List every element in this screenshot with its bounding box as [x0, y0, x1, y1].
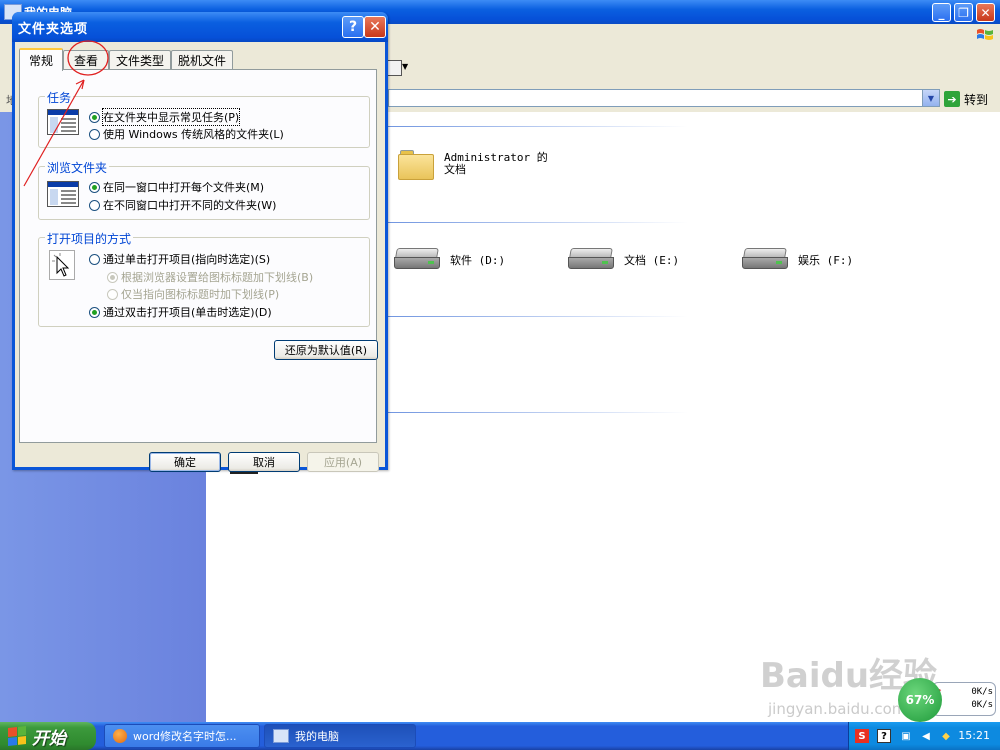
- minimize-button[interactable]: _: [932, 3, 951, 22]
- maximize-button[interactable]: ❐: [954, 3, 973, 22]
- windows-flag-icon: [977, 29, 993, 40]
- tab-general[interactable]: 常规: [19, 48, 63, 71]
- security-icon[interactable]: ◆: [939, 729, 953, 743]
- radio-icon: [89, 199, 100, 211]
- single-click-radio[interactable]: 通过单击打开项目(指向时选定)(S): [89, 251, 270, 267]
- radio-icon: [107, 288, 118, 300]
- upload-speed: 0K/s: [971, 687, 993, 697]
- computer-icon: [273, 729, 289, 743]
- open-items-group: 打开项目的方式 通过单击打开项目(指向时选定)(S) 根据浏览器设置给图标标题加…: [38, 230, 370, 327]
- classic-folders-radio[interactable]: 使用 Windows 传统风格的文件夹(L): [89, 126, 284, 142]
- group-divider: [388, 316, 688, 317]
- tasks-group: 任务 在文件夹中显示常见任务(P) 使用 Windows 传统风格的文件夹(L): [38, 89, 370, 148]
- address-dropdown-icon[interactable]: ▼: [922, 90, 939, 106]
- window-illustration-icon: [47, 181, 79, 207]
- radio-label: 在不同窗口中打开不同的文件夹(W): [103, 199, 277, 212]
- pointer-illustration-icon: [49, 250, 75, 280]
- start-button[interactable]: 开始: [0, 722, 96, 750]
- browse-group-title: 浏览文件夹: [45, 159, 110, 176]
- group-divider: [388, 222, 688, 223]
- apply-button[interactable]: 应用(A): [307, 452, 379, 472]
- drive-item-f[interactable]: 娱乐 (F:): [742, 248, 853, 270]
- radio-icon: [89, 181, 100, 193]
- radio-icon: [89, 253, 100, 265]
- clock: 15:21: [958, 729, 990, 742]
- net-usage-circle: 67%: [898, 678, 942, 722]
- drive-item-e[interactable]: 文档 (E:): [568, 248, 679, 270]
- separate-window-radio[interactable]: 在不同窗口中打开不同的文件夹(W): [89, 197, 276, 213]
- system-tray: S ? ▣ ◀ ◆ 15:21: [848, 722, 1000, 750]
- views-icon[interactable]: [386, 60, 402, 76]
- double-click-radio[interactable]: 通过双击打开项目(单击时选定)(D): [89, 304, 272, 320]
- close-button[interactable]: ✕: [976, 3, 995, 22]
- cursor-icon: [52, 253, 70, 277]
- underline-point-radio[interactable]: 仅当指向图标标题时加下划线(P): [107, 286, 279, 302]
- tasks-group-title: 任务: [45, 89, 74, 106]
- hard-drive-icon: [394, 248, 440, 270]
- folder-icon: [398, 150, 434, 180]
- chevron-down-icon[interactable]: ▼: [402, 62, 408, 71]
- radio-label: 根据浏览器设置给图标标题加下划线(B): [121, 271, 314, 284]
- radio-label: 仅当指向图标标题时加下划线(P): [121, 288, 280, 301]
- go-label: 转到: [964, 92, 989, 107]
- radio-label: 通过双击打开项目(单击时选定)(D): [103, 306, 272, 319]
- download-speed: 0K/s: [971, 700, 993, 710]
- browser-icon: [113, 729, 127, 743]
- radio-label: 使用 Windows 传统风格的文件夹(L): [103, 128, 284, 141]
- tab-offline-files[interactable]: 脱机文件: [171, 50, 233, 69]
- dialog-titlebar[interactable]: 文件夹选项 ? ✕: [12, 12, 388, 42]
- item-label: 软件 (D:): [450, 254, 506, 267]
- item-label: Administrator 的文档: [444, 151, 548, 176]
- ok-button[interactable]: 确定: [149, 452, 221, 472]
- help-button[interactable]: ?: [342, 16, 364, 38]
- folder-options-dialog: 文件夹选项 ? ✕ 常规 查看 文件类型 脱机文件 任务 在文件夹中显示常见任务…: [12, 12, 388, 472]
- radio-icon: [89, 111, 100, 123]
- item-label: 娱乐 (F:): [798, 254, 854, 267]
- radio-label: 通过单击打开项目(指向时选定)(S): [103, 253, 271, 266]
- task-pane-illustration-icon: [47, 109, 79, 135]
- hard-drive-icon: [742, 248, 788, 270]
- radio-label: 在同一窗口中打开每个文件夹(M): [103, 181, 265, 194]
- go-arrow-icon: ➔: [944, 91, 960, 107]
- taskbar-item-my-computer[interactable]: 我的电脑: [264, 724, 416, 748]
- network-icon[interactable]: ▣: [899, 729, 913, 743]
- radio-label: 在文件夹中显示常见任务(P): [101, 108, 241, 126]
- start-label: 开始: [32, 728, 66, 749]
- underline-browser-radio[interactable]: 根据浏览器设置给图标标题加下划线(B): [107, 269, 313, 285]
- taskbar-item-label: 我的电脑: [295, 730, 339, 743]
- same-window-radio[interactable]: 在同一窗口中打开每个文件夹(M): [89, 179, 264, 195]
- folder-item-admin-docs[interactable]: Administrator 的文档: [398, 148, 556, 180]
- dialog-close-button[interactable]: ✕: [364, 16, 386, 38]
- dialog-title: 文件夹选项: [18, 22, 89, 37]
- browse-folders-group: 浏览文件夹 在同一窗口中打开每个文件夹(M) 在不同窗口中打开不同的文件夹(W): [38, 159, 370, 220]
- item-label: 文档 (E:): [624, 254, 680, 267]
- dialog-body: 常规 查看 文件类型 脱机文件 任务 在文件夹中显示常见任务(P) 使用 Win…: [15, 42, 385, 472]
- restore-defaults-button[interactable]: 还原为默认值(R): [274, 340, 378, 360]
- general-tab-panel: 任务 在文件夹中显示常见任务(P) 使用 Windows 传统风格的文件夹(L)…: [19, 69, 378, 443]
- taskbar-item-label: word修改名字时怎...: [133, 730, 237, 743]
- radio-icon: [89, 306, 100, 318]
- radio-icon: [107, 271, 118, 283]
- s-icon[interactable]: S: [855, 729, 869, 743]
- windows-logo-icon: [8, 726, 26, 746]
- net-speed-widget[interactable]: ↑0K/s ↓0K/s 67%: [898, 678, 1000, 722]
- taskbar: 开始 word修改名字时怎... 我的电脑 S ? ▣ ◀ ◆ 15:21: [0, 722, 1000, 750]
- open-group-title: 打开项目的方式: [45, 230, 134, 247]
- taskbar-item-word[interactable]: word修改名字时怎...: [104, 724, 260, 748]
- group-divider: [388, 412, 688, 413]
- drive-item-d[interactable]: 软件 (D:): [394, 248, 505, 270]
- go-button[interactable]: ➔ 转到: [944, 89, 988, 109]
- speaker-icon[interactable]: ◀: [919, 729, 933, 743]
- baidu-watermark-url: jingyan.baidu.com: [768, 700, 907, 718]
- tab-file-types[interactable]: 文件类型: [109, 50, 171, 69]
- tab-view[interactable]: 查看: [63, 50, 109, 69]
- radio-icon: [89, 128, 100, 140]
- show-common-tasks-radio[interactable]: 在文件夹中显示常见任务(P): [89, 108, 241, 126]
- cancel-button[interactable]: 取消: [228, 452, 300, 472]
- help-icon[interactable]: ?: [877, 729, 891, 743]
- group-divider: [388, 126, 688, 127]
- hard-drive-icon: [568, 248, 614, 270]
- address-input[interactable]: ▼: [388, 89, 940, 107]
